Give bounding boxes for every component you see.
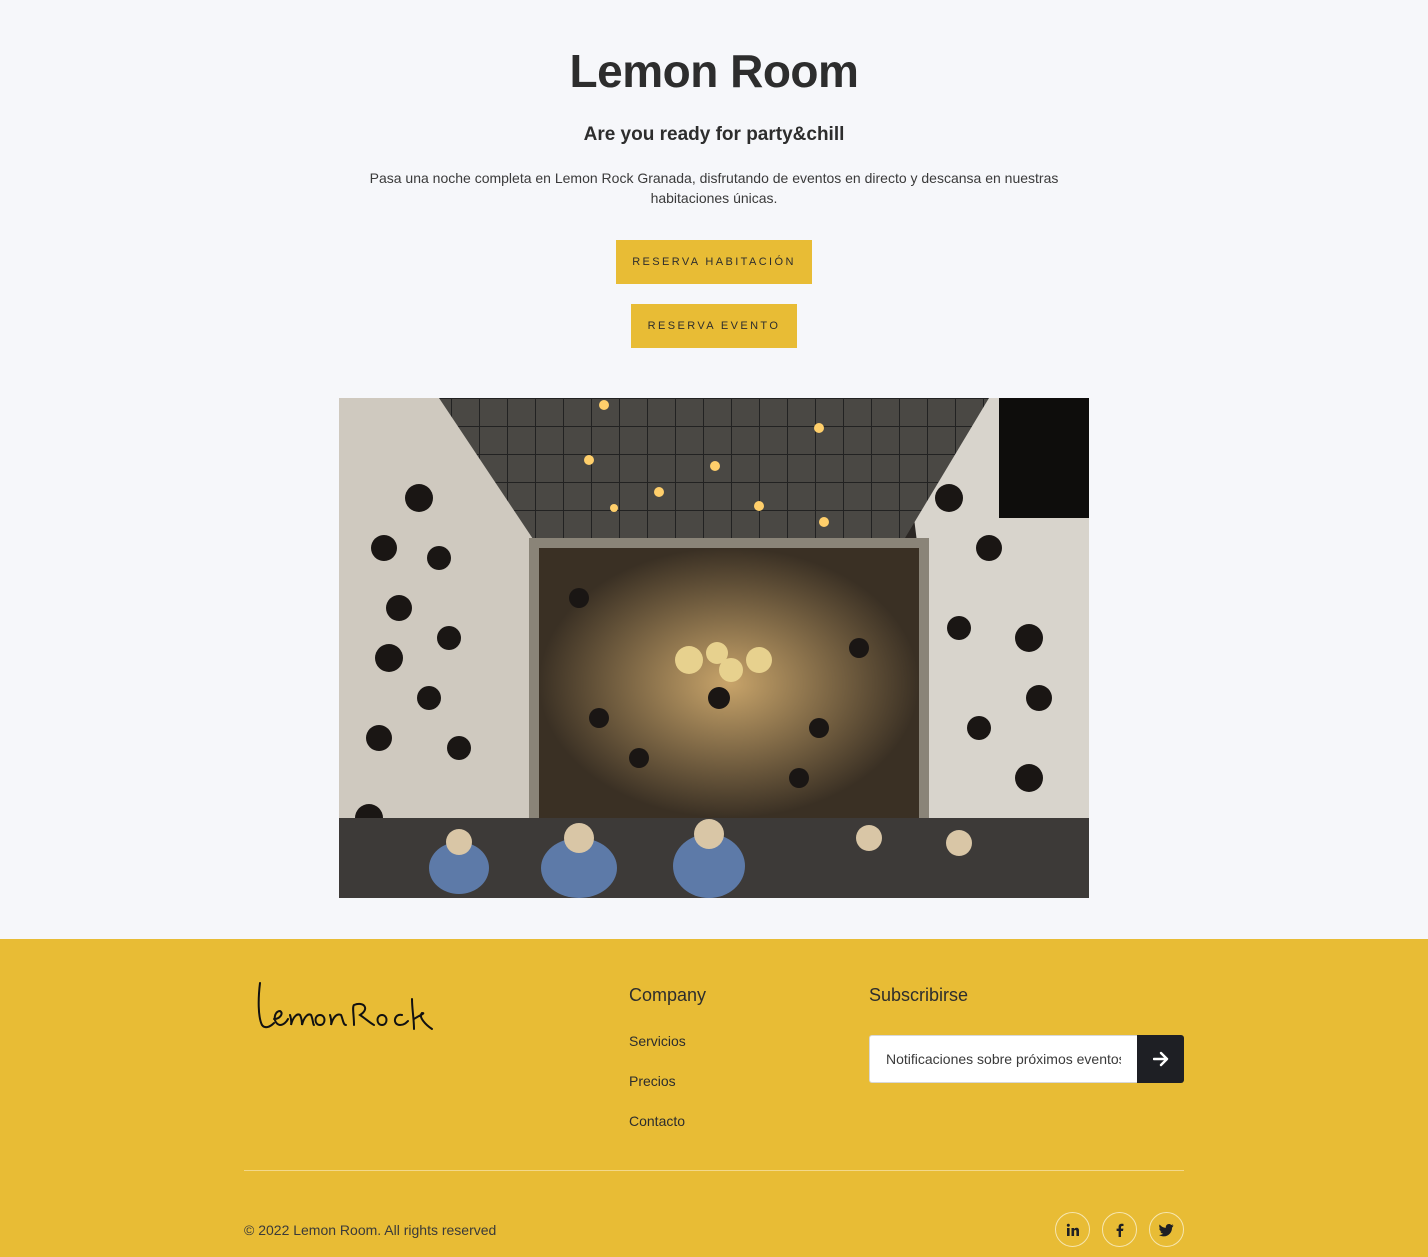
link-servicios[interactable]: Servicios bbox=[629, 1033, 686, 1073]
lemonrock-logo[interactable] bbox=[254, 979, 454, 1042]
venue-photo bbox=[339, 398, 1089, 898]
book-event-button[interactable]: RESERVA EVENTO bbox=[631, 304, 797, 348]
facebook-button[interactable] bbox=[1102, 1212, 1137, 1247]
social-links bbox=[1055, 1212, 1184, 1247]
subscribe-email-input[interactable] bbox=[869, 1035, 1137, 1083]
page-title: Lemon Room bbox=[569, 45, 859, 97]
linkedin-icon bbox=[1066, 1223, 1079, 1236]
facebook-icon bbox=[1116, 1223, 1123, 1237]
link-precios[interactable]: Precios bbox=[629, 1073, 686, 1113]
twitter-button[interactable] bbox=[1149, 1212, 1184, 1247]
hero-description: Pasa una noche completa en Lemon Rock Gr… bbox=[369, 170, 1059, 206]
linkedin-button[interactable] bbox=[1055, 1212, 1090, 1247]
twitter-icon bbox=[1159, 1223, 1174, 1236]
copyright-text: © 2022 Lemon Room. All rights reserved bbox=[244, 1222, 497, 1238]
subscribe-submit-button[interactable] bbox=[1137, 1035, 1184, 1083]
subscribe-heading: Subscribirse bbox=[869, 985, 969, 1005]
book-room-button[interactable]: RESERVA HABITACIÓN bbox=[616, 240, 812, 284]
company-heading: Company bbox=[629, 985, 707, 1005]
arrow-right-icon bbox=[1152, 1051, 1168, 1067]
subscribe-form bbox=[869, 1035, 1184, 1083]
company-links: Servicios Precios Contacto bbox=[629, 1033, 686, 1153]
footer-divider bbox=[244, 1170, 1184, 1171]
hero-section: Lemon Room Are you ready for party&chill… bbox=[0, 0, 1428, 939]
link-contacto[interactable]: Contacto bbox=[629, 1113, 686, 1153]
hero-subtitle: Are you ready for party&chill bbox=[583, 124, 845, 145]
footer: Company Servicios Precios Contacto Subsc… bbox=[0, 939, 1428, 1257]
